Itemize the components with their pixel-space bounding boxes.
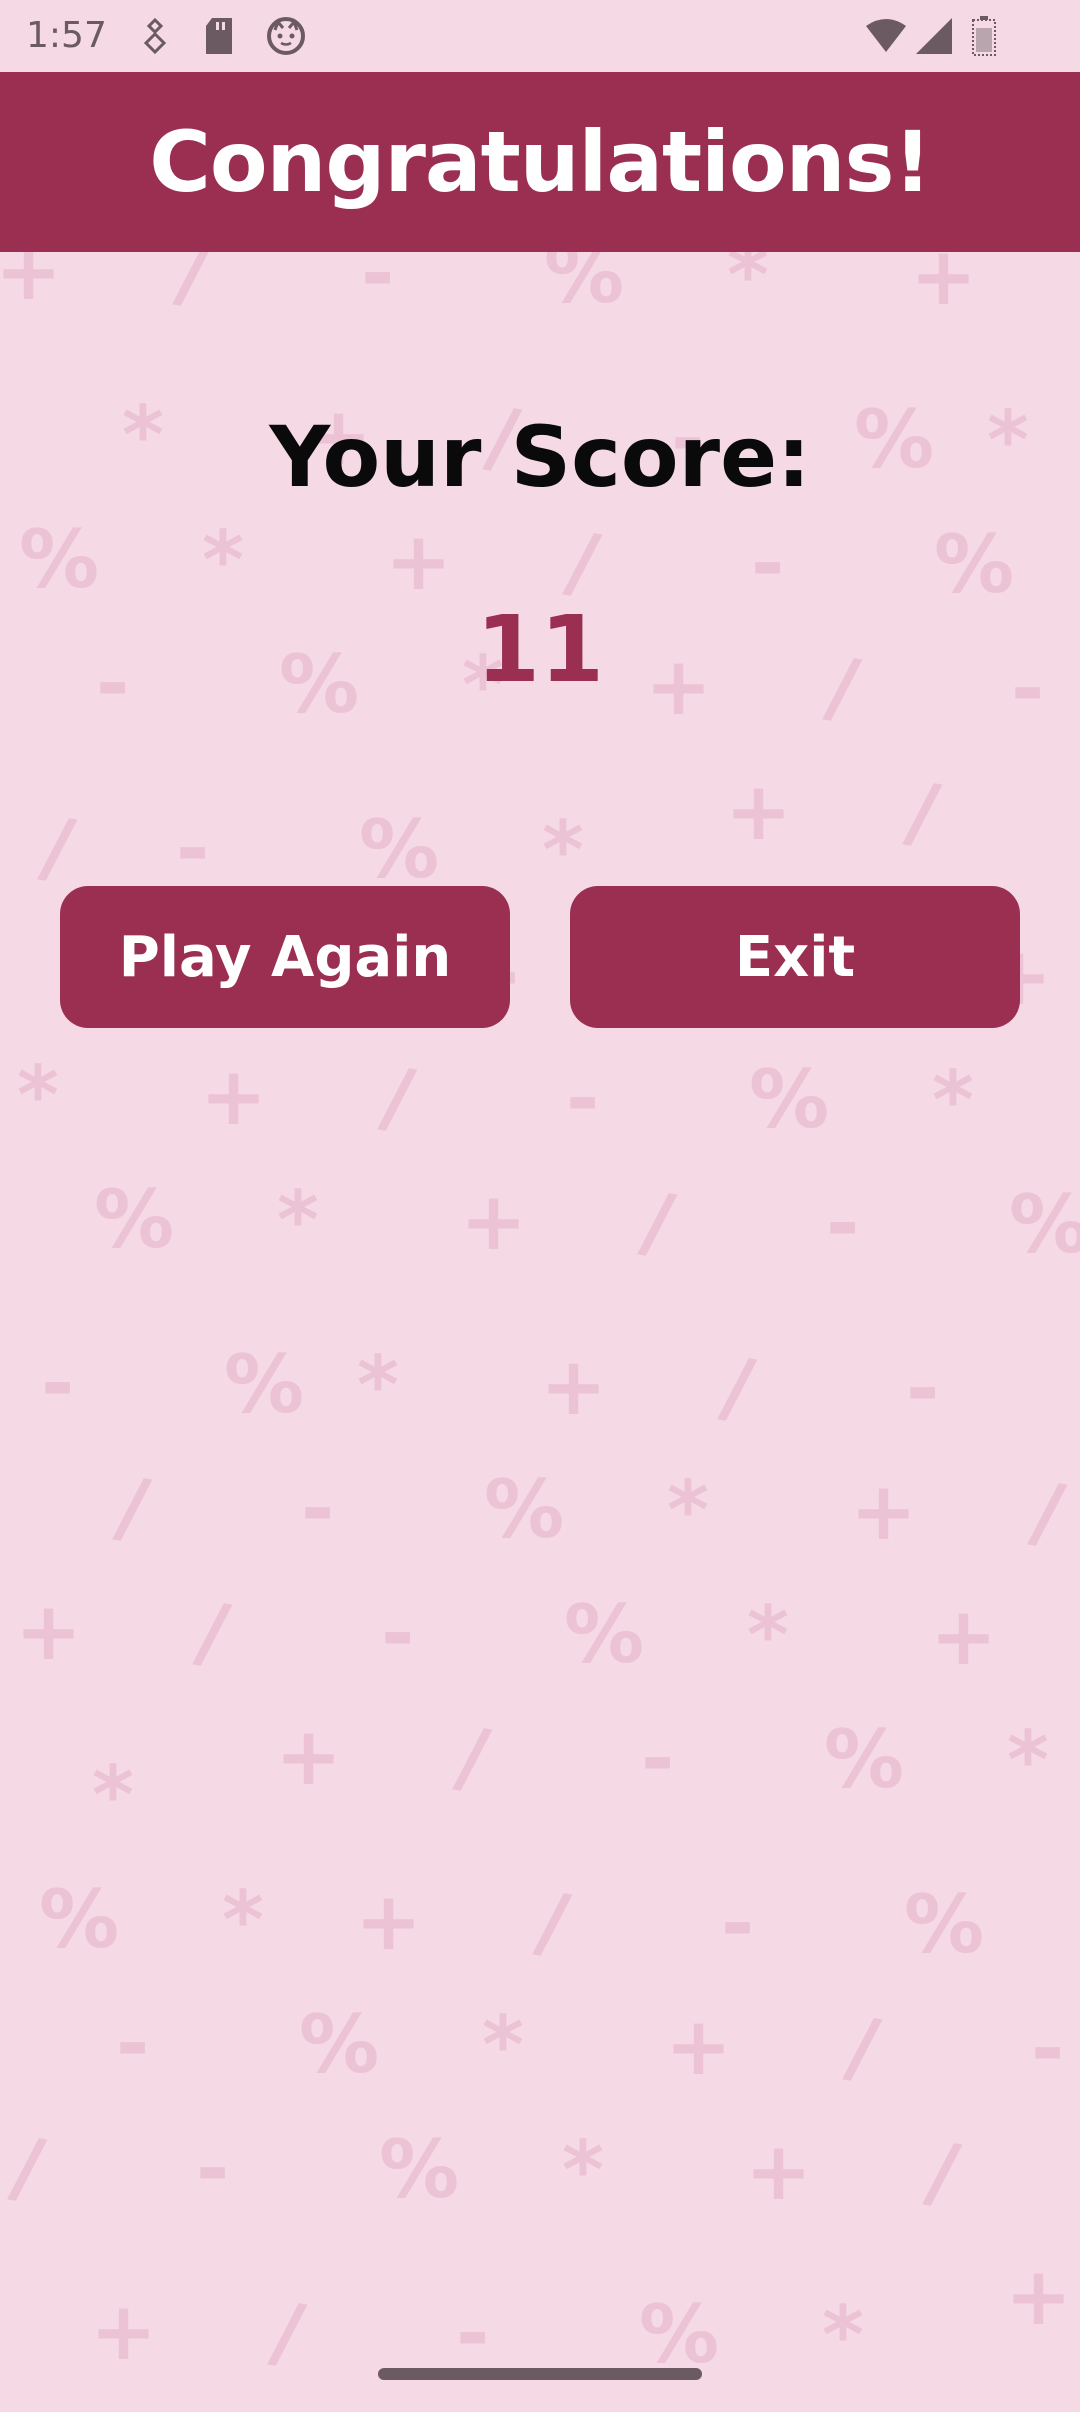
background-symbol: %: [749, 1053, 830, 1146]
score-label: Your Score:: [269, 408, 811, 506]
background-symbol: -: [566, 1052, 600, 1145]
background-symbol: %: [19, 513, 100, 606]
background-symbol: /: [450, 1709, 496, 1806]
background-symbol: %: [934, 518, 1015, 611]
background-symbol: /: [900, 764, 946, 861]
page-title: Congratulations!: [149, 113, 932, 211]
background-symbol: *: [667, 1464, 709, 1557]
background-symbol: /: [530, 1874, 576, 1971]
background-symbol: /: [840, 1999, 886, 2096]
background-symbol: /: [265, 2284, 311, 2381]
background-symbol: +: [275, 1710, 343, 1803]
background-symbol: -: [196, 2122, 230, 2215]
background-symbol: +: [90, 2285, 158, 2378]
background-symbol: *: [92, 1749, 134, 1842]
background-symbol: *: [357, 1339, 399, 1432]
background-symbol: /: [560, 514, 606, 611]
background-symbol: -: [116, 1997, 150, 2090]
background-symbol: +: [725, 765, 793, 858]
background-symbol: *: [822, 2289, 864, 2382]
background-symbol: *: [202, 514, 244, 607]
background-symbol: *: [222, 1874, 264, 1967]
background-symbol: -: [906, 1342, 940, 1435]
math-symbol-background: +/-%*+*+/-%*%*+/-%-%*+/-/-%*+/+/-%*+*+/-…: [0, 224, 1080, 2412]
background-symbol: -: [751, 517, 785, 610]
cell-signal-icon: [914, 16, 954, 61]
background-symbol: /: [715, 1339, 761, 1436]
background-symbol: *: [562, 2124, 604, 2217]
score-value: 11: [475, 596, 605, 703]
background-symbol: +: [385, 515, 453, 608]
background-symbol: -: [641, 1712, 675, 1805]
background-symbol: -: [721, 1877, 755, 1970]
background-symbol: %: [564, 1588, 645, 1681]
usb-debug-icon: [140, 16, 170, 61]
background-symbol: %: [639, 2288, 720, 2381]
background-symbol: *: [277, 1174, 319, 1267]
background-symbol: %: [1009, 1185, 1080, 1265]
background-symbol: %: [484, 1463, 565, 1556]
background-symbol: +: [15, 1585, 83, 1678]
background-symbol: *: [17, 1049, 59, 1142]
background-symbol: +: [930, 1590, 998, 1683]
background-symbol: +: [850, 1465, 918, 1558]
background-symbol: %: [904, 1878, 985, 1971]
background-symbol: +: [200, 1050, 268, 1143]
background-symbol: /: [635, 1174, 681, 1271]
background-symbol: *: [482, 1999, 524, 2092]
background-symbol: *: [1007, 1714, 1049, 1807]
background-symbol: /: [1025, 1464, 1071, 1561]
background-symbol: *: [932, 1054, 974, 1147]
background-symbol: +: [1005, 2250, 1073, 2343]
status-time: 1:57: [26, 15, 107, 56]
background-symbol: +: [355, 1875, 423, 1968]
background-symbol: -: [456, 2287, 490, 2380]
background-symbol: +: [460, 1175, 528, 1268]
background-symbol: %: [379, 2123, 460, 2216]
background-symbol: -: [41, 1337, 75, 1430]
nav-gesture-handle[interactable]: [378, 2368, 702, 2380]
background-symbol: /: [110, 1459, 156, 1556]
background-symbol: +: [540, 1340, 608, 1433]
background-symbol: /: [190, 1584, 236, 1681]
background-symbol: -: [381, 1587, 415, 1680]
cat-face-icon: [266, 16, 306, 61]
background-symbol: %: [824, 1713, 905, 1806]
background-symbol: -: [176, 802, 210, 895]
app-header: Congratulations!: [0, 72, 1080, 252]
battery-icon: [972, 16, 996, 61]
sd-card-icon: [204, 16, 236, 61]
background-symbol: *: [747, 1589, 789, 1682]
background-symbol: /: [35, 799, 81, 896]
background-symbol: %: [94, 1173, 175, 1266]
exit-button[interactable]: Exit: [570, 886, 1020, 1028]
background-symbol: %: [359, 803, 440, 896]
wifi-icon: [864, 18, 908, 59]
background-symbol: %: [224, 1338, 305, 1431]
background-symbol: *: [542, 804, 584, 897]
play-again-button[interactable]: Play Again: [60, 886, 510, 1028]
background-symbol: -: [826, 1177, 860, 1270]
background-symbol: /: [5, 2119, 51, 2216]
background-symbol: /: [375, 1049, 421, 1146]
background-symbol: %: [39, 1873, 120, 1966]
background-symbol: -: [1031, 2002, 1065, 2095]
background-symbol: +: [745, 2125, 813, 2218]
background-symbol: /: [920, 2124, 966, 2221]
status-bar: 1:57: [0, 0, 1080, 72]
background-symbol: -: [301, 1462, 335, 1555]
background-symbol: +: [665, 2000, 733, 2093]
background-symbol: %: [299, 1998, 380, 2091]
